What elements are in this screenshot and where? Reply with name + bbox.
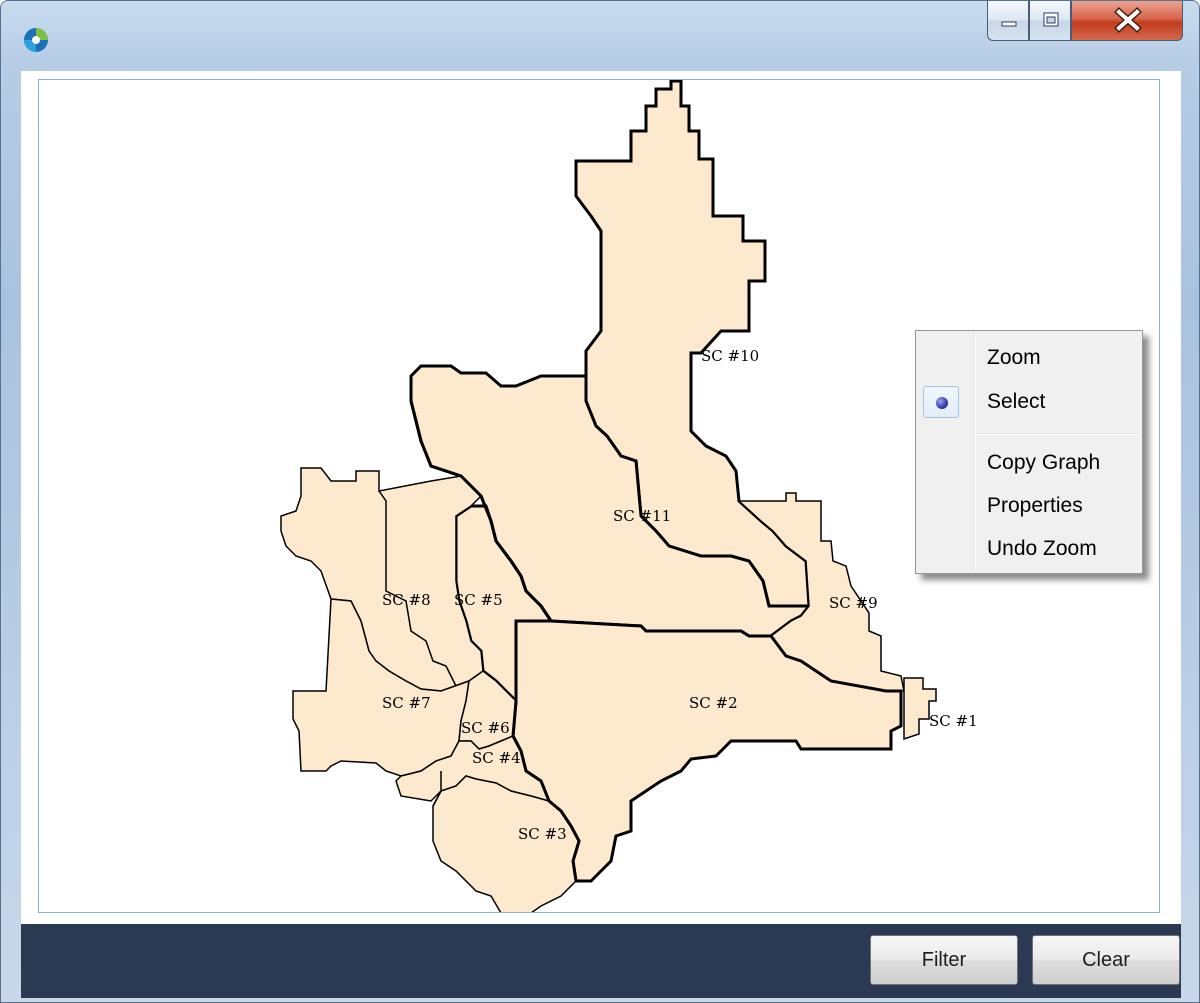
application-window: SC #10 SC #11 SC #9 SC #1 SC #2 SC #8 SC…	[0, 0, 1200, 1003]
app-logo-icon	[24, 28, 48, 52]
menu-item-zoom-label: Zoom	[987, 346, 1041, 369]
menu-item-undo-zoom[interactable]: Undo Zoom	[918, 528, 1140, 570]
menu-item-copy-graph-label: Copy Graph	[987, 451, 1101, 474]
context-menu: Zoom Select Copy Graph Properties Undo Z…	[915, 330, 1143, 574]
label-sc9: SC #9	[829, 594, 878, 612]
button-bar: Filter Clear	[21, 924, 1181, 998]
menu-item-properties-label: Properties	[987, 494, 1083, 517]
region-sc8[interactable]	[280, 467, 484, 692]
menu-item-undo-zoom-label: Undo Zoom	[987, 537, 1097, 560]
maximize-icon	[1043, 12, 1059, 27]
radio-check-box	[923, 386, 959, 418]
menu-item-select-label: Select	[987, 390, 1046, 413]
label-sc10: SC #10	[701, 347, 759, 365]
label-sc7: SC #7	[382, 694, 431, 712]
minimize-icon	[1001, 21, 1017, 27]
label-sc2: SC #2	[689, 694, 738, 712]
menu-item-zoom[interactable]: Zoom	[918, 337, 1140, 379]
menu-item-properties[interactable]: Properties	[918, 485, 1140, 527]
label-sc6: SC #6	[461, 719, 510, 737]
filter-button[interactable]: Filter	[870, 935, 1018, 985]
menu-item-select[interactable]: Select	[918, 381, 1140, 423]
label-sc5: SC #5	[454, 591, 503, 609]
minimize-button[interactable]	[987, 1, 1029, 41]
label-sc4: SC #4	[472, 749, 521, 767]
menu-separator	[976, 433, 1138, 435]
title-bar[interactable]	[1, 1, 1199, 71]
clear-button[interactable]: Clear	[1032, 935, 1180, 985]
radio-dot-icon	[936, 397, 948, 409]
label-sc8: SC #8	[382, 591, 431, 609]
label-sc11: SC #11	[613, 507, 671, 525]
label-sc3: SC #3	[518, 825, 567, 843]
menu-item-copy-graph[interactable]: Copy Graph	[918, 442, 1140, 484]
maximize-button[interactable]	[1029, 1, 1071, 41]
close-button[interactable]	[1071, 1, 1183, 41]
close-icon	[1114, 7, 1142, 33]
label-sc1: SC #1	[929, 712, 978, 730]
